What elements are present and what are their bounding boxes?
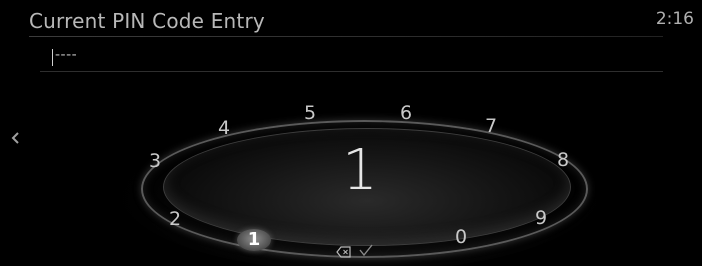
key-5[interactable]: 5	[295, 104, 325, 123]
chevron-left-icon[interactable]	[9, 129, 23, 147]
key-1[interactable]: 1	[237, 229, 271, 251]
pin-entry-screen: Current PIN Code Entry 2:16 ---- 1 2 3 4…	[0, 0, 702, 266]
title-divider	[29, 36, 663, 37]
text-cursor	[52, 49, 53, 66]
key-4[interactable]: 4	[209, 119, 239, 138]
clock: 2:16	[655, 9, 694, 29]
entry-divider	[40, 71, 663, 72]
selected-digit-preview: 1	[342, 138, 378, 203]
page-title: Current PIN Code Entry	[29, 9, 265, 33]
key-0[interactable]: 0	[446, 228, 476, 247]
key-1-label: 1	[247, 229, 261, 250]
backspace-icon[interactable]	[336, 243, 352, 258]
pin-entry-mask: ----	[55, 47, 78, 63]
key-6[interactable]: 6	[391, 104, 421, 123]
checkmark-icon[interactable]	[359, 242, 373, 257]
key-3[interactable]: 3	[140, 152, 170, 171]
key-8[interactable]: 8	[548, 151, 578, 170]
key-2[interactable]: 2	[160, 210, 190, 229]
key-7[interactable]: 7	[476, 117, 506, 136]
key-9[interactable]: 9	[526, 209, 556, 228]
pin-entry-field[interactable]: ----	[52, 47, 312, 68]
